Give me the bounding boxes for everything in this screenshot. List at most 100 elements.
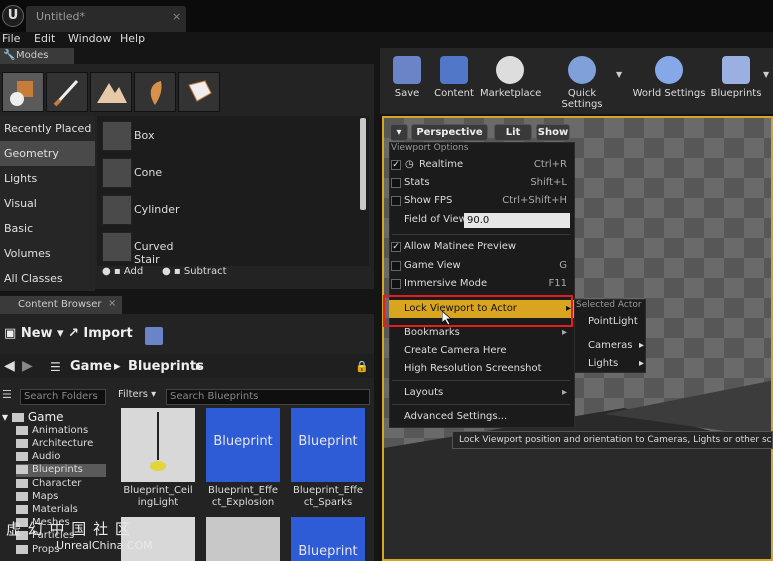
- menu-item-game-view[interactable]: Game View G: [389, 257, 575, 275]
- menu-item-hires-screenshot[interactable]: High Resolution Screenshot: [389, 360, 575, 378]
- import-button[interactable]: ↗ Import: [68, 326, 133, 346]
- close-icon[interactable]: ×: [172, 10, 181, 23]
- folder-maps[interactable]: Maps: [16, 491, 58, 504]
- menu-edit[interactable]: Edit: [34, 32, 55, 48]
- menu-separator: [392, 404, 570, 405]
- menu-item-bookmarks[interactable]: Bookmarks ▸: [389, 324, 575, 342]
- content-button[interactable]: Content: [432, 52, 476, 110]
- search-folders-input[interactable]: Search Folders: [20, 389, 106, 405]
- folder-materials[interactable]: Materials: [16, 504, 78, 517]
- menu-item-create-camera[interactable]: Create Camera Here: [389, 342, 575, 360]
- search-blueprints-input[interactable]: Search Blueprints: [166, 389, 370, 405]
- unreal-logo-icon[interactable]: U: [2, 5, 24, 27]
- menu-item-advanced-settings[interactable]: Advanced Settings...: [389, 408, 575, 426]
- save-all-icon[interactable]: [145, 327, 163, 345]
- folder-blueprints[interactable]: Blueprints: [16, 464, 106, 477]
- folder-label: Blueprints: [32, 464, 83, 475]
- scrollbar[interactable]: [360, 118, 366, 210]
- fov-slider[interactable]: 90.0: [464, 213, 570, 228]
- folder-architecture[interactable]: Architecture: [16, 438, 93, 451]
- checkbox-checked[interactable]: ✓: [391, 160, 401, 170]
- asset-thumbnail[interactable]: Blueprint: [291, 517, 365, 561]
- world-settings-button[interactable]: World Settings: [632, 52, 706, 110]
- breadcrumb-game[interactable]: Game: [70, 359, 112, 374]
- list-item-label: Box: [134, 129, 155, 142]
- lock-icon[interactable]: 🔒: [355, 360, 369, 373]
- content-browser-tab[interactable]: Content Browser: [0, 296, 122, 314]
- forward-arrow-icon[interactable]: ▶: [22, 358, 33, 374]
- folder-icon: [16, 478, 28, 488]
- submenu-header: Selected Actor: [576, 300, 642, 310]
- checkbox-checked[interactable]: ✓: [391, 242, 401, 252]
- checkbox[interactable]: [391, 196, 401, 206]
- folder-icon: [16, 491, 28, 501]
- folder-icon: [16, 451, 28, 461]
- menu-help[interactable]: Help: [120, 32, 145, 48]
- chevron-down-icon[interactable]: ▼: [763, 70, 769, 79]
- folder-animations[interactable]: Animations: [16, 425, 88, 438]
- menu-item-show-fps[interactable]: Show FPS Ctrl+Shift+H: [389, 192, 575, 210]
- clock-icon: ◷: [405, 159, 414, 170]
- checkbox[interactable]: [391, 261, 401, 271]
- checkbox[interactable]: [391, 279, 401, 289]
- asset-thumbnail[interactable]: Blueprint: [291, 408, 365, 482]
- category-volumes[interactable]: Volumes: [0, 241, 95, 266]
- checkbox[interactable]: [391, 178, 401, 188]
- breadcrumb-blueprints[interactable]: Blueprints: [128, 359, 204, 374]
- tooltip: Lock Viewport position and orientation t…: [452, 431, 773, 449]
- asset-thumbnail[interactable]: [121, 408, 195, 482]
- tree-list-icon[interactable]: ☰: [2, 388, 12, 401]
- new-button[interactable]: ▣ New ▾: [4, 326, 64, 346]
- menu-item-allow-matinee[interactable]: ✓ Allow Matinee Preview: [389, 238, 575, 256]
- close-icon[interactable]: ×: [108, 298, 116, 309]
- category-recently-placed[interactable]: Recently Placed: [0, 116, 95, 141]
- menu-item-label: Game View: [404, 260, 461, 271]
- chevron-down-icon[interactable]: ▼: [616, 70, 622, 79]
- shortcut-label: G: [559, 260, 567, 271]
- blueprints-button[interactable]: Blueprints: [710, 52, 762, 110]
- menu-item-realtime[interactable]: ✓ ◷ Realtime Ctrl+R: [389, 156, 575, 174]
- menu-item-immersive[interactable]: Immersive Mode F11: [389, 275, 575, 293]
- menu-item-layouts[interactable]: Layouts ▸: [389, 384, 575, 402]
- foliage-mode-icon[interactable]: [134, 72, 176, 112]
- asset-thumbnail[interactable]: Blueprint: [206, 408, 280, 482]
- highlight-box: [383, 295, 573, 327]
- submenu-item-lights[interactable]: Lights ▸: [588, 358, 644, 369]
- category-lights[interactable]: Lights: [0, 166, 95, 191]
- add-brush-button[interactable]: ● ▪ Add: [102, 266, 143, 277]
- list-icon[interactable]: ☰: [50, 360, 61, 374]
- category-geometry[interactable]: Geometry: [0, 141, 95, 166]
- landscape-mode-icon[interactable]: [90, 72, 132, 112]
- marketplace-button[interactable]: Marketplace: [480, 52, 541, 110]
- filters-button[interactable]: Filters ▾: [118, 389, 156, 400]
- shortcut-label: F11: [548, 278, 567, 289]
- submenu-item-pointlight[interactable]: PointLight: [588, 316, 638, 327]
- geometry-edit-mode-icon[interactable]: [178, 72, 220, 112]
- list-item-label: Curved Stair: [134, 240, 174, 266]
- save-button[interactable]: Save: [388, 52, 426, 110]
- category-all-classes[interactable]: All Classes: [0, 266, 95, 291]
- subtract-label: Subtract: [183, 266, 227, 277]
- lit-button[interactable]: Lit: [494, 124, 532, 141]
- category-basic[interactable]: Basic: [0, 216, 95, 241]
- perspective-button[interactable]: Perspective: [411, 124, 488, 141]
- submenu-item-cameras[interactable]: Cameras ▸: [588, 340, 644, 351]
- subtract-brush-button[interactable]: ● ▪ Subtract: [162, 266, 227, 277]
- viewport-options-button[interactable]: ▾: [390, 124, 408, 141]
- show-button[interactable]: Show: [536, 124, 570, 141]
- menu-item-stats[interactable]: Stats Shift+L: [389, 174, 575, 192]
- folder-character[interactable]: Character: [16, 478, 81, 491]
- document-tab[interactable]: Untitled*: [26, 6, 186, 32]
- wrench-icon: 🔧: [3, 50, 16, 61]
- category-visual[interactable]: Visual: [0, 191, 95, 216]
- paint-mode-icon[interactable]: [46, 72, 88, 112]
- tree-root-game[interactable]: ▾ Game: [2, 410, 64, 424]
- asset-thumbnail[interactable]: [206, 517, 280, 561]
- asset-label: Blueprint_Effe ct_Sparks: [293, 485, 363, 508]
- place-mode-icon[interactable]: [2, 72, 44, 112]
- folder-audio[interactable]: Audio: [16, 451, 60, 464]
- quick-settings-button[interactable]: Quick Settings: [546, 52, 618, 110]
- back-arrow-icon[interactable]: ◀: [4, 358, 15, 374]
- menu-file[interactable]: File: [2, 32, 20, 48]
- menu-window[interactable]: Window: [68, 32, 111, 48]
